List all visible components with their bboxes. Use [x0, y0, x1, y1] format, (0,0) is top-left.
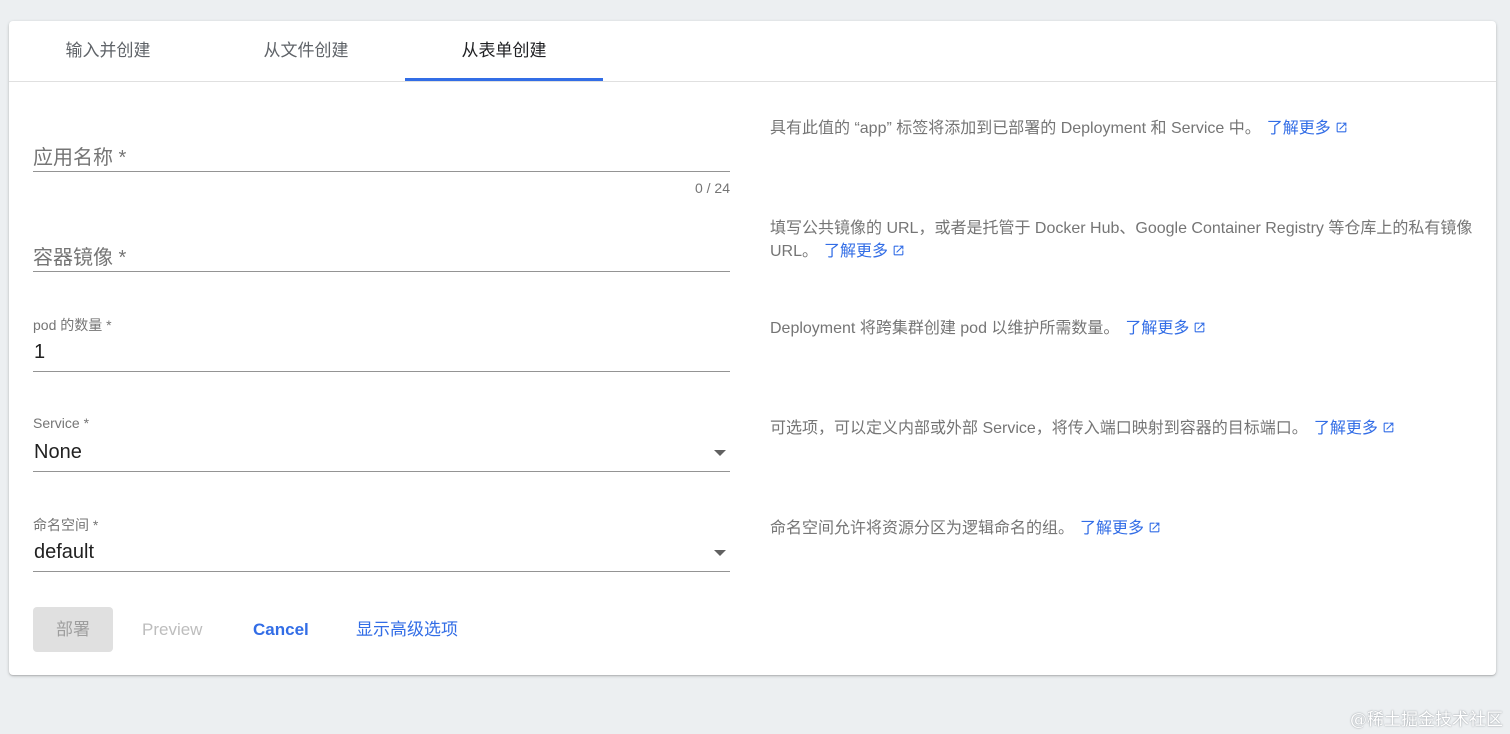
- app-name-label: 应用名称 *: [33, 147, 127, 169]
- arrow-drop-down-icon[interactable]: [714, 450, 726, 456]
- namespace-learn-more-link[interactable]: 了解更多: [1080, 520, 1161, 537]
- pod-count-help: Deployment 将跨集群创建 pod 以维护所需数量。 了解更多: [770, 317, 1480, 340]
- namespace-help-text: 命名空间允许将资源分区为逻辑命名的组。: [770, 520, 1075, 537]
- open-in-new-icon: [1383, 422, 1394, 433]
- learn-more-label: 了解更多: [1266, 120, 1331, 137]
- pod-count-learn-more-link[interactable]: 了解更多: [1125, 320, 1206, 337]
- learn-more-label: 了解更多: [1313, 420, 1378, 437]
- service-select[interactable]: Service * None: [33, 415, 730, 475]
- pod-count-underline: [33, 371, 730, 372]
- pod-count-input[interactable]: 1: [34, 341, 45, 364]
- arrow-drop-down-icon[interactable]: [714, 550, 726, 556]
- preview-button[interactable]: Preview: [142, 607, 202, 652]
- namespace-value: default: [34, 541, 95, 563]
- service-value: None: [34, 441, 82, 463]
- tab-form-create[interactable]: 从表单创建: [405, 21, 603, 81]
- app-name-field[interactable]: 应用名称 * 0 / 24: [33, 131, 730, 196]
- watermark: @稀土掘金技术社区: [1350, 710, 1503, 730]
- container-image-learn-more-link[interactable]: 了解更多: [824, 243, 905, 260]
- cancel-button[interactable]: Cancel: [253, 607, 309, 652]
- deploy-button[interactable]: 部署: [33, 607, 113, 652]
- create-tabs: 输入并创建 从文件创建 从表单创建: [9, 21, 1496, 82]
- container-image-label: 容器镜像 *: [33, 247, 127, 269]
- app-name-learn-more-link[interactable]: 了解更多: [1267, 120, 1348, 137]
- tab-file-create[interactable]: 从文件创建: [207, 21, 405, 81]
- app-name-underline: [33, 171, 730, 172]
- service-help-text: 可选项，可以定义内部或外部 Service，将传入端口映射到容器的目标端口。: [770, 420, 1308, 437]
- open-in-new-icon: [1195, 322, 1205, 333]
- tab-input-create[interactable]: 输入并创建: [9, 21, 207, 81]
- open-in-new-icon: [893, 245, 904, 256]
- show-advanced-options-button[interactable]: 显示高级选项: [356, 607, 458, 652]
- namespace-underline: [33, 571, 730, 572]
- app-name-help: 具有此值的 “app” 标签将添加到已部署的 Deployment 和 Serv…: [770, 117, 1480, 140]
- namespace-select[interactable]: 命名空间 * default: [33, 515, 730, 575]
- namespace-label: 命名空间 *: [33, 517, 99, 533]
- service-label: Service *: [33, 415, 90, 431]
- learn-more-label: 了解更多: [1080, 520, 1145, 537]
- app-name-counter: 0 / 24: [694, 180, 730, 196]
- namespace-help: 命名空间允许将资源分区为逻辑命名的组。 了解更多: [770, 517, 1480, 540]
- container-image-field[interactable]: 容器镜像 *: [33, 231, 730, 276]
- learn-more-label: 了解更多: [824, 243, 889, 260]
- app-name-help-text: 具有此值的 “app” 标签将添加到已部署的 Deployment 和 Serv…: [770, 120, 1261, 137]
- service-underline: [33, 471, 730, 472]
- service-help: 可选项，可以定义内部或外部 Service，将传入端口映射到容器的目标端口。 了解…: [770, 417, 1480, 440]
- create-deployment-card: 输入并创建 从文件创建 从表单创建 应用名称 * 0 / 24 具有此值的 “a…: [9, 21, 1496, 675]
- open-in-new-icon: [1149, 522, 1160, 533]
- container-image-underline: [33, 271, 730, 272]
- pod-count-help-text: Deployment 将跨集群创建 pod 以维护所需数量。: [770, 320, 1120, 337]
- pod-count-label: pod 的数量 *: [33, 317, 112, 333]
- open-in-new-icon: [1336, 122, 1347, 133]
- learn-more-label: 了解更多: [1125, 320, 1190, 337]
- container-image-help: 填写公共镜像的 URL，或者是托管于 Docker Hub、Google Con…: [770, 217, 1480, 263]
- service-learn-more-link[interactable]: 了解更多: [1314, 420, 1395, 437]
- pod-count-field[interactable]: pod 的数量 * 1: [33, 315, 730, 375]
